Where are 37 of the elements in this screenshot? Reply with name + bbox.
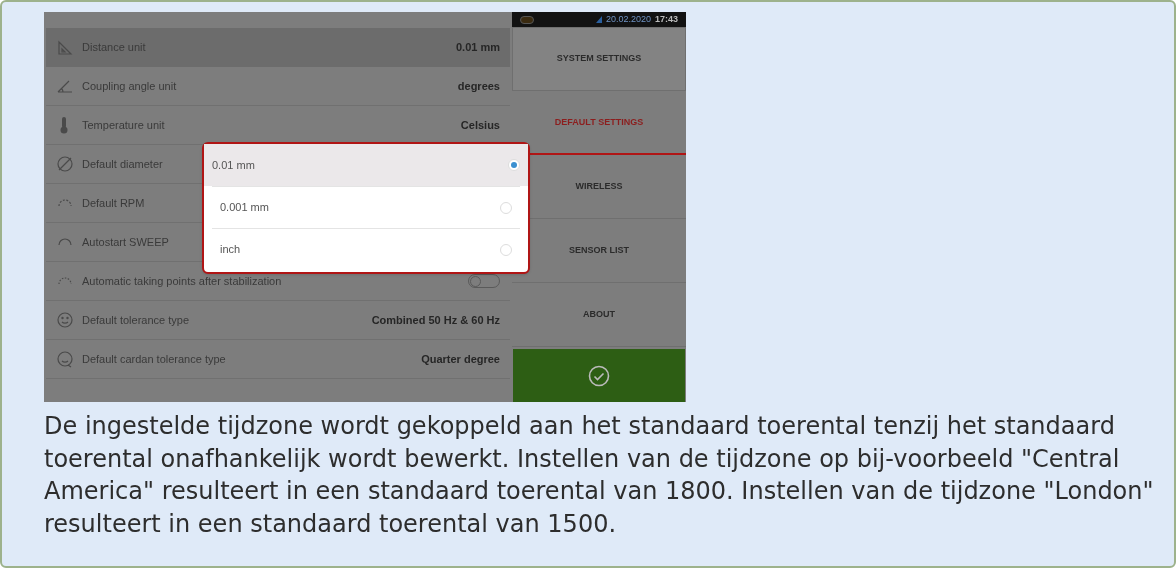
status-date: 20.02.2020 [605, 12, 651, 26]
menu-item[interactable]: ABOUT [512, 283, 686, 347]
smiley-icon [56, 350, 74, 368]
menu-item[interactable]: SYSTEM SETTINGS [512, 27, 686, 91]
radio-button[interactable] [500, 201, 512, 214]
setting-value: degrees [457, 78, 500, 94]
confirm-button[interactable] [513, 349, 685, 402]
setting-label: Default tolerance type [82, 312, 189, 328]
check-circle-icon [588, 364, 610, 387]
signal-icon [595, 16, 602, 23]
smiley-icon [56, 311, 74, 329]
setting-label: Temperature unit [82, 117, 165, 133]
settings-row[interactable]: Coupling angle unit degrees [46, 67, 510, 106]
radio-button[interactable] [508, 159, 520, 171]
setting-label: Automatic taking points after stabilization [82, 273, 282, 289]
setting-label: Default cardan tolerance type [82, 351, 226, 367]
settings-row[interactable]: Default cardan tolerance type Quarter degree [46, 340, 510, 379]
option-label: inch [220, 242, 241, 258]
option-label: 0.01 mm [212, 157, 255, 173]
settings-row[interactable]: Default tolerance type Combined 50 Hz & 60 Hz [46, 301, 510, 340]
option-label: 0.001 mm [220, 200, 269, 216]
popup-option[interactable]: inch [212, 228, 520, 270]
setting-label: Default diameter [82, 156, 163, 172]
setting-value: Celsius [460, 117, 500, 133]
caption-paragraph: De ingestelde tijdzone wordt gekoppeld aan het standaard toerental tenzij het standaard toerental onafhankelijk wordt bewerkt. Instellen van de tijdzone op bij-voorbeeld "Central America" resulteert in een standaard toerental van 1800. Instellen van de tijdzone "London" resulteert in een standaard toerental van 1500. [44, 411, 1154, 540]
popup-option[interactable]: 0.01 mm [204, 144, 528, 186]
setting-value: 0.01 mm [455, 40, 500, 56]
setting-label: Default RPM [82, 195, 145, 211]
setting-label: Autostart SWEEP [82, 234, 169, 250]
setting-value: Quarter degree [421, 351, 500, 367]
setting-label: Coupling angle unit [82, 78, 177, 94]
battery-icon [520, 15, 534, 24]
radio-button[interactable] [500, 243, 512, 256]
status-time: 17:43 [654, 12, 678, 26]
setting-value: Combined 50 Hz & 60 Hz [371, 312, 500, 328]
popup-option[interactable]: 0.001 mm [212, 186, 520, 228]
diameter-icon [56, 155, 74, 173]
